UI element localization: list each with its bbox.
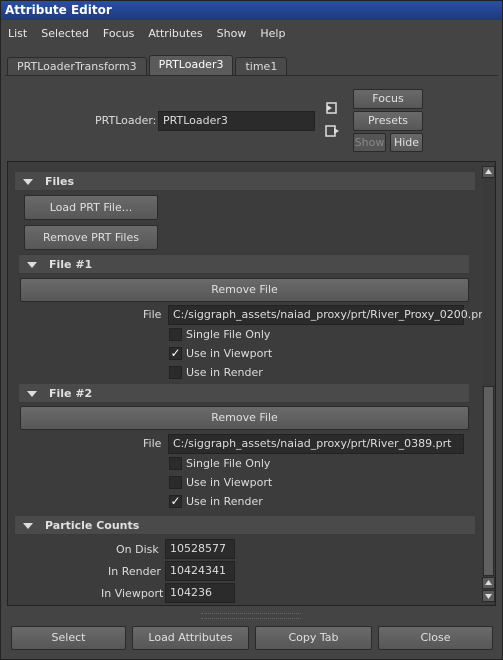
vertical-scrollbar[interactable] <box>482 166 495 603</box>
file-2-single-file-label: Single File Only <box>186 457 271 470</box>
in-render-field[interactable]: 10424341 <box>165 561 235 581</box>
resize-handle[interactable] <box>201 613 301 619</box>
file-1-frame-header[interactable]: File #1 <box>18 254 470 274</box>
input-connection-icon[interactable] <box>324 101 340 115</box>
scroll-down-arrow-icon[interactable] <box>482 590 495 602</box>
on-disk-field[interactable]: 10528577 <box>165 539 235 559</box>
on-disk-label: On Disk <box>116 543 159 556</box>
scrollbar-thumb[interactable] <box>483 386 494 576</box>
prtloader-name-field[interactable]: PRTLoader3 <box>158 111 315 131</box>
tab-prtloader3[interactable]: PRTLoader3 <box>148 55 234 75</box>
menu-focus[interactable]: Focus <box>96 23 141 45</box>
particle-counts-frame-header[interactable]: Particle Counts <box>14 515 476 535</box>
show-button[interactable]: Show <box>353 133 386 152</box>
file-2-path-field[interactable]: C:/siggraph_assets/naiad_proxy/prt/River… <box>168 434 464 454</box>
file-2-title: File #2 <box>49 387 93 400</box>
menu-selected[interactable]: Selected <box>34 23 96 45</box>
load-prt-file-button[interactable]: Load PRT File... <box>24 195 158 220</box>
attribute-scroll-area[interactable]: Files Load PRT File... Remove PRT Files … <box>7 161 496 606</box>
prtloader-label: PRTLoader: <box>95 114 157 127</box>
file-2-render-label: Use in Render <box>186 495 263 508</box>
menu-help[interactable]: Help <box>253 23 292 45</box>
in-viewport-label: In Viewport <box>101 587 164 600</box>
file-2-single-file-checkbox[interactable] <box>169 457 182 470</box>
collapse-triangle-icon <box>23 179 33 185</box>
file-2-frame-header[interactable]: File #2 <box>18 383 470 403</box>
remove-prt-files-button[interactable]: Remove PRT Files <box>24 225 158 250</box>
file-1-single-file-label: Single File Only <box>186 328 271 341</box>
in-viewport-field[interactable]: 104236 <box>165 583 235 603</box>
file-2-label: File <box>143 437 162 450</box>
collapse-triangle-icon <box>27 391 37 397</box>
scroll-up-arrow-icon[interactable] <box>482 166 495 178</box>
load-attributes-button[interactable]: Load Attributes <box>132 626 249 650</box>
file-1-viewport-checkbox[interactable]: ✓ <box>169 347 182 360</box>
node-tabs: PRTLoaderTransform3 PRTLoader3 time1 <box>7 55 289 75</box>
file-1-path-field[interactable]: C:/siggraph_assets/naiad_proxy/prt/River… <box>168 305 487 325</box>
file-1-single-file-checkbox[interactable] <box>169 328 182 341</box>
presets-button[interactable]: Presets <box>353 111 423 131</box>
file-1-viewport-label: Use in Viewport <box>186 347 273 360</box>
collapse-triangle-icon <box>23 523 33 529</box>
copy-tab-button[interactable]: Copy Tab <box>255 626 372 650</box>
files-frame-header[interactable]: Files <box>14 171 476 191</box>
close-button[interactable]: Close <box>378 626 493 650</box>
tab-prtloadertransform3[interactable]: PRTLoaderTransform3 <box>7 57 147 75</box>
focus-button[interactable]: Focus <box>353 89 423 109</box>
remove-file-1-button[interactable]: Remove File <box>20 278 469 302</box>
files-frame-title: Files <box>45 175 75 188</box>
file-1-render-checkbox[interactable] <box>169 366 182 379</box>
attribute-editor-window: Attribute Editor List Selected Focus Att… <box>0 0 503 660</box>
window-title: Attribute Editor <box>1 1 502 20</box>
select-button[interactable]: Select <box>11 626 126 650</box>
file-2-viewport-checkbox[interactable] <box>169 476 182 489</box>
menu-bar: List Selected Focus Attributes Show Help <box>1 23 292 45</box>
hide-button[interactable]: Hide <box>390 133 423 152</box>
menu-list[interactable]: List <box>1 23 34 45</box>
remove-file-2-button[interactable]: Remove File <box>20 406 469 430</box>
particle-counts-title: Particle Counts <box>45 519 140 532</box>
bottom-button-bar: Select Load Attributes Copy Tab Close <box>1 622 502 654</box>
file-2-render-checkbox[interactable]: ✓ <box>169 495 182 508</box>
collapse-triangle-icon <box>27 262 37 268</box>
file-1-render-label: Use in Render <box>186 366 263 379</box>
menu-show[interactable]: Show <box>210 23 254 45</box>
file-1-label: File <box>143 308 162 321</box>
node-header: PRTLoader: PRTLoader3 Focus Presets Show… <box>5 75 498 156</box>
in-render-label: In Render <box>108 565 161 578</box>
scroll-up-arrow-icon[interactable] <box>482 577 495 589</box>
file-1-title: File #1 <box>49 258 93 271</box>
output-connection-icon[interactable] <box>324 124 340 138</box>
file-2-viewport-label: Use in Viewport <box>186 476 273 489</box>
tab-time1[interactable]: time1 <box>235 57 288 75</box>
menu-attributes[interactable]: Attributes <box>141 23 209 45</box>
